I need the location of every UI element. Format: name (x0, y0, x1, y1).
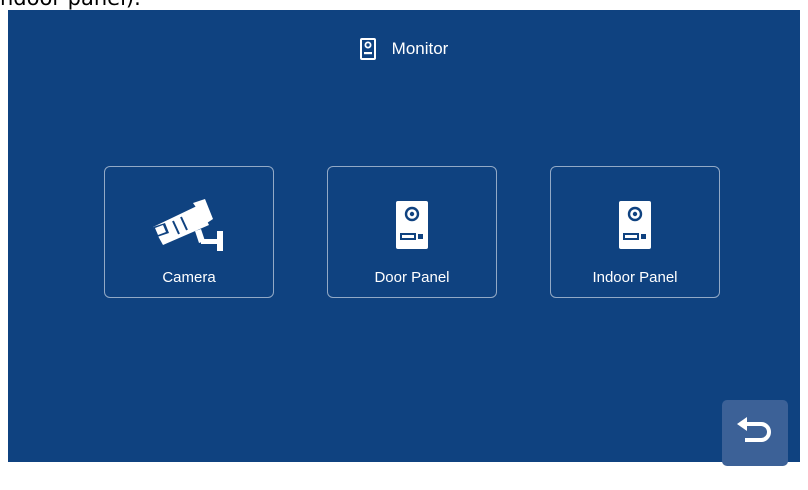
page-header: Monitor (8, 36, 800, 62)
top-caption-text: ndoor panel). (0, 0, 400, 10)
door-panel-tile[interactable]: Door Panel (327, 166, 497, 298)
monitor-screen: Monitor Camera Door Panel Indoor Panel (8, 10, 800, 466)
door-panel-label: Door Panel (374, 269, 450, 286)
cctv-camera-icon (105, 197, 273, 253)
indoor-panel-icon (551, 197, 719, 253)
camera-label: Camera (162, 269, 216, 286)
page-title: Monitor (391, 39, 449, 58)
indoor-panel-tile[interactable]: Indoor Panel (550, 166, 720, 298)
indoor-panel-label: Indoor Panel (592, 269, 678, 286)
back-arrow-icon (737, 416, 773, 450)
back-button[interactable] (722, 400, 788, 466)
door-panel-icon (359, 38, 376, 60)
door-panel-icon (328, 197, 496, 253)
camera-tile[interactable]: Camera (104, 166, 274, 298)
